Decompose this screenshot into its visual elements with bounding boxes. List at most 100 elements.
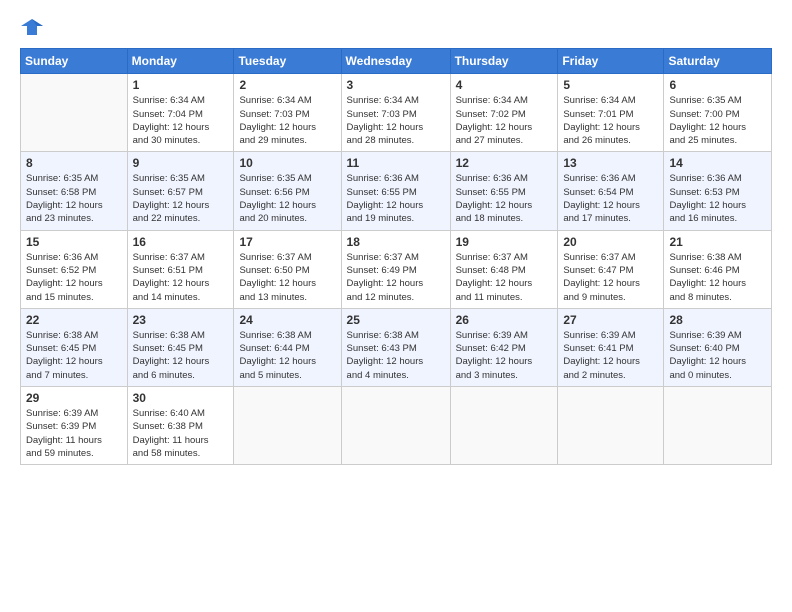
day-number: 10 <box>239 156 335 170</box>
calendar-header-friday: Friday <box>558 49 664 74</box>
calendar-cell: 3 Sunrise: 6:34 AMSunset: 7:03 PMDaylight… <box>341 74 450 152</box>
day-info: Sunrise: 6:35 AMSunset: 6:56 PMDaylight:… <box>239 173 316 224</box>
calendar-cell: 15 Sunrise: 6:36 AMSunset: 6:52 PMDayligh… <box>21 230 128 308</box>
day-number: 19 <box>456 235 553 249</box>
calendar-cell <box>558 387 664 465</box>
logo-text <box>20 16 43 38</box>
calendar-week-4: 22 Sunrise: 6:38 AMSunset: 6:45 PMDayligh… <box>21 308 772 386</box>
calendar-cell <box>341 387 450 465</box>
calendar-cell: 27 Sunrise: 6:39 AMSunset: 6:41 PMDayligh… <box>558 308 664 386</box>
day-number: 15 <box>26 235 122 249</box>
calendar-header-tuesday: Tuesday <box>234 49 341 74</box>
day-info: Sunrise: 6:35 AMSunset: 7:00 PMDaylight:… <box>669 95 746 146</box>
calendar-table: SundayMondayTuesdayWednesdayThursdayFrid… <box>20 48 772 465</box>
calendar-header-row: SundayMondayTuesdayWednesdayThursdayFrid… <box>21 49 772 74</box>
day-info: Sunrise: 6:36 AMSunset: 6:52 PMDaylight:… <box>26 252 103 303</box>
day-number: 9 <box>133 156 229 170</box>
calendar-cell: 21 Sunrise: 6:38 AMSunset: 6:46 PMDayligh… <box>664 230 772 308</box>
day-info: Sunrise: 6:37 AMSunset: 6:48 PMDaylight:… <box>456 252 533 303</box>
day-number: 3 <box>347 78 445 92</box>
calendar-cell: 10 Sunrise: 6:35 AMSunset: 6:56 PMDayligh… <box>234 152 341 230</box>
day-number: 22 <box>26 313 122 327</box>
calendar-cell: 12 Sunrise: 6:36 AMSunset: 6:55 PMDayligh… <box>450 152 558 230</box>
day-info: Sunrise: 6:34 AMSunset: 7:04 PMDaylight:… <box>133 95 210 146</box>
calendar-cell: 17 Sunrise: 6:37 AMSunset: 6:50 PMDayligh… <box>234 230 341 308</box>
day-number: 14 <box>669 156 766 170</box>
calendar-cell: 4 Sunrise: 6:34 AMSunset: 7:02 PMDaylight… <box>450 74 558 152</box>
header <box>20 16 772 38</box>
calendar-cell: 6 Sunrise: 6:35 AMSunset: 7:00 PMDaylight… <box>664 74 772 152</box>
logo-bird-icon <box>21 16 43 38</box>
calendar-cell: 8 Sunrise: 6:35 AMSunset: 6:58 PMDaylight… <box>21 152 128 230</box>
calendar-cell: 5 Sunrise: 6:34 AMSunset: 7:01 PMDaylight… <box>558 74 664 152</box>
day-number: 12 <box>456 156 553 170</box>
calendar-cell: 14 Sunrise: 6:36 AMSunset: 6:53 PMDayligh… <box>664 152 772 230</box>
day-number: 16 <box>133 235 229 249</box>
day-number: 20 <box>563 235 658 249</box>
day-number: 8 <box>26 156 122 170</box>
day-number: 25 <box>347 313 445 327</box>
day-info: Sunrise: 6:35 AMSunset: 6:57 PMDaylight:… <box>133 173 210 224</box>
calendar-cell: 1Sunrise: 6:34 AMSunset: 7:04 PMDaylight… <box>127 74 234 152</box>
day-info: Sunrise: 6:38 AMSunset: 6:46 PMDaylight:… <box>669 252 746 303</box>
day-info: Sunrise: 6:34 AMSunset: 7:02 PMDaylight:… <box>456 95 533 146</box>
day-info: Sunrise: 6:38 AMSunset: 6:43 PMDaylight:… <box>347 330 424 381</box>
day-info: Sunrise: 6:38 AMSunset: 6:45 PMDaylight:… <box>133 330 210 381</box>
calendar-cell: 18 Sunrise: 6:37 AMSunset: 6:49 PMDayligh… <box>341 230 450 308</box>
day-number: 4 <box>456 78 553 92</box>
day-number: 18 <box>347 235 445 249</box>
day-number: 21 <box>669 235 766 249</box>
day-number: 30 <box>133 391 229 405</box>
day-info: Sunrise: 6:39 AMSunset: 6:39 PMDaylight:… <box>26 408 102 459</box>
day-info: Sunrise: 6:37 AMSunset: 6:47 PMDaylight:… <box>563 252 640 303</box>
calendar-cell <box>234 387 341 465</box>
calendar-cell: 26Sunrise: 6:39 AMSunset: 6:42 PMDayligh… <box>450 308 558 386</box>
calendar-cell: 11 Sunrise: 6:36 AMSunset: 6:55 PMDayligh… <box>341 152 450 230</box>
day-info: Sunrise: 6:34 AMSunset: 7:01 PMDaylight:… <box>563 95 640 146</box>
calendar-header-saturday: Saturday <box>664 49 772 74</box>
calendar-cell <box>664 387 772 465</box>
day-number: 11 <box>347 156 445 170</box>
calendar-week-2: 8 Sunrise: 6:35 AMSunset: 6:58 PMDaylight… <box>21 152 772 230</box>
day-number: 5 <box>563 78 658 92</box>
day-info: Sunrise: 6:34 AMSunset: 7:03 PMDaylight:… <box>347 95 424 146</box>
day-number: 28 <box>669 313 766 327</box>
page: SundayMondayTuesdayWednesdayThursdayFrid… <box>0 0 792 612</box>
day-info: Sunrise: 6:37 AMSunset: 6:49 PMDaylight:… <box>347 252 424 303</box>
day-number: 27 <box>563 313 658 327</box>
day-number: 2 <box>239 78 335 92</box>
calendar-header-thursday: Thursday <box>450 49 558 74</box>
day-info: Sunrise: 6:36 AMSunset: 6:55 PMDaylight:… <box>347 173 424 224</box>
day-info: Sunrise: 6:36 AMSunset: 6:55 PMDaylight:… <box>456 173 533 224</box>
calendar-week-1: 1Sunrise: 6:34 AMSunset: 7:04 PMDaylight… <box>21 74 772 152</box>
calendar-cell: 24 Sunrise: 6:38 AMSunset: 6:44 PMDayligh… <box>234 308 341 386</box>
calendar-cell <box>21 74 128 152</box>
day-info: Sunrise: 6:37 AMSunset: 6:50 PMDaylight:… <box>239 252 316 303</box>
calendar-cell: 30Sunrise: 6:40 AMSunset: 6:38 PMDayligh… <box>127 387 234 465</box>
day-number: 29 <box>26 391 122 405</box>
day-number: 26 <box>456 313 553 327</box>
calendar-cell: 23 Sunrise: 6:38 AMSunset: 6:45 PMDayligh… <box>127 308 234 386</box>
calendar-cell: 20 Sunrise: 6:37 AMSunset: 6:47 PMDayligh… <box>558 230 664 308</box>
day-number: 17 <box>239 235 335 249</box>
calendar-cell: 9 Sunrise: 6:35 AMSunset: 6:57 PMDaylight… <box>127 152 234 230</box>
calendar-cell <box>450 387 558 465</box>
day-info: Sunrise: 6:38 AMSunset: 6:44 PMDaylight:… <box>239 330 316 381</box>
day-info: Sunrise: 6:37 AMSunset: 6:51 PMDaylight:… <box>133 252 210 303</box>
calendar-cell: 13 Sunrise: 6:36 AMSunset: 6:54 PMDayligh… <box>558 152 664 230</box>
day-info: Sunrise: 6:36 AMSunset: 6:54 PMDaylight:… <box>563 173 640 224</box>
day-info: Sunrise: 6:35 AMSunset: 6:58 PMDaylight:… <box>26 173 103 224</box>
day-number: 23 <box>133 313 229 327</box>
calendar-cell: 19 Sunrise: 6:37 AMSunset: 6:48 PMDayligh… <box>450 230 558 308</box>
day-info: Sunrise: 6:39 AMSunset: 6:40 PMDaylight:… <box>669 330 746 381</box>
day-number: 6 <box>669 78 766 92</box>
calendar-cell: 29 Sunrise: 6:39 AMSunset: 6:39 PMDayligh… <box>21 387 128 465</box>
day-number: 24 <box>239 313 335 327</box>
day-info: Sunrise: 6:38 AMSunset: 6:45 PMDaylight:… <box>26 330 103 381</box>
day-info: Sunrise: 6:36 AMSunset: 6:53 PMDaylight:… <box>669 173 746 224</box>
calendar-cell: 16 Sunrise: 6:37 AMSunset: 6:51 PMDayligh… <box>127 230 234 308</box>
calendar-week-3: 15 Sunrise: 6:36 AMSunset: 6:52 PMDayligh… <box>21 230 772 308</box>
day-info: Sunrise: 6:34 AMSunset: 7:03 PMDaylight:… <box>239 95 316 146</box>
day-number: 13 <box>563 156 658 170</box>
day-info: Sunrise: 6:39 AMSunset: 6:41 PMDaylight:… <box>563 330 640 381</box>
